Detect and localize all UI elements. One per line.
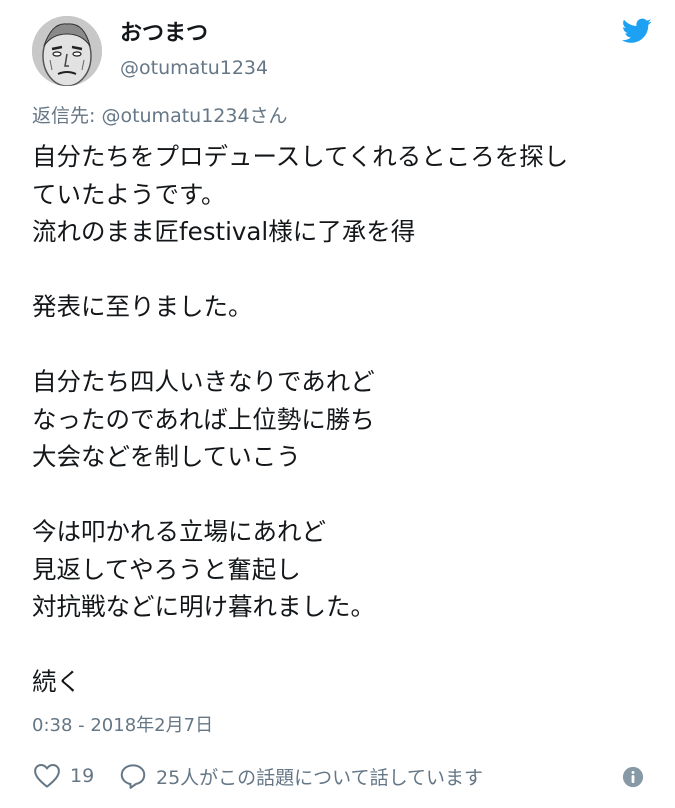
- tweet-line: [32, 476, 652, 514]
- tweet-card: おつまつ @otumatu1234 返信先: @otumatu1234さん 自分…: [0, 0, 675, 808]
- reply-conversation-text: 25人がこの話題について話しています: [156, 766, 484, 789]
- info-icon[interactable]: [622, 766, 644, 788]
- tweet-actions: 19 25人がこの話題について話しています: [32, 760, 652, 792]
- tweet-line: なったのであれば上位勢に勝ち: [32, 404, 375, 434]
- tweet-line: 今は叩かれる立場にあれど: [32, 517, 326, 546]
- avatar-face-drawing: [32, 16, 102, 86]
- tweet-line: ていたようです。: [32, 179, 226, 209]
- twitter-bird-icon[interactable]: [622, 18, 652, 44]
- tweet-line: 自分たちをプロデュースしてくれるところを探し: [32, 142, 569, 171]
- heart-icon: [34, 764, 60, 788]
- tweet-line: [32, 626, 652, 664]
- reply-button[interactable]: 25人がこの話題について話しています: [118, 760, 483, 792]
- tweet-text: 自分たちをプロデュースしてくれるところを探し ていたようです。 流れのまま匠fe…: [32, 138, 652, 701]
- tweet-header: おつまつ @otumatu1234: [32, 16, 652, 86]
- like-button[interactable]: 19: [32, 760, 94, 792]
- tweet-line: 続く: [32, 667, 81, 696]
- tweet-timestamp[interactable]: 0:38 - 2018年2月7日: [32, 713, 213, 739]
- display-name[interactable]: おつまつ: [120, 20, 208, 48]
- tweet-line: 対抗戦などに明け暮れました。: [32, 592, 375, 621]
- tweet-line: [32, 251, 652, 289]
- tweet-line: 発表に至りました。: [32, 292, 253, 321]
- screen-name[interactable]: @otumatu1234: [120, 56, 268, 80]
- speech-bubble-icon: [120, 764, 146, 789]
- tweet-line: 流れのまま匠festival様に了承を得: [32, 217, 416, 246]
- tweet-line: [32, 326, 652, 364]
- reply-to-label[interactable]: 返信先: @otumatu1234さん: [32, 103, 288, 129]
- tweet-line: 見返してやろうと奮起し: [32, 554, 301, 584]
- tweet-line: 大会などを制していこう: [32, 442, 301, 471]
- avatar[interactable]: [32, 16, 102, 86]
- like-count: 19: [70, 765, 95, 787]
- tweet-line: 自分たち四人いきなりであれど: [32, 367, 375, 396]
